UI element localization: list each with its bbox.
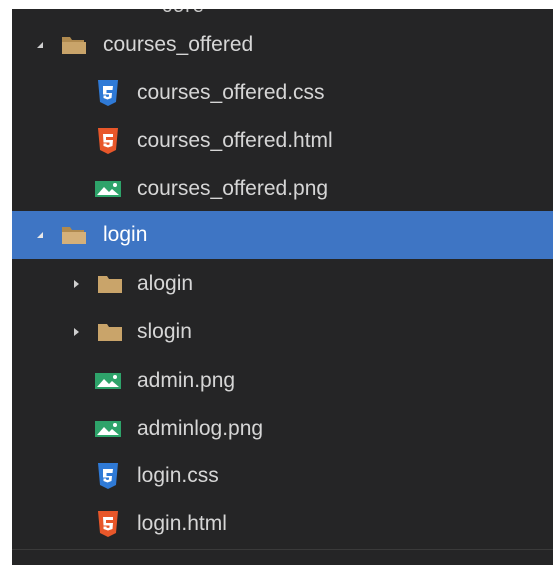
caret-expanded-icon[interactable] xyxy=(34,39,46,51)
tree-row-label: courses_offered xyxy=(103,33,254,56)
tree-row-courses-offered-png[interactable]: courses_offered.png xyxy=(12,165,553,213)
tree-row-label: adminlog.png xyxy=(137,417,264,440)
html-file-icon xyxy=(92,510,124,538)
tree-row-label: login.html xyxy=(137,512,227,535)
tree-row-label: login xyxy=(103,223,148,246)
tree-row-label: login.css xyxy=(137,464,219,487)
tree-row-label: alogin xyxy=(137,272,194,295)
tree-row-slogin[interactable]: slogin xyxy=(12,308,553,356)
image-file-icon xyxy=(92,415,124,443)
tree-row-login-css[interactable]: login.css xyxy=(12,452,553,500)
caret-collapsed-icon[interactable] xyxy=(70,326,82,338)
tree-row-login-html[interactable]: login.html xyxy=(12,500,553,548)
html-file-icon xyxy=(92,127,124,155)
folder-closed-icon xyxy=(94,270,126,298)
tree-row-label: courses_offered.html xyxy=(137,129,333,152)
image-file-icon xyxy=(92,175,124,203)
tree-row-courses-offered[interactable]: courses_offered xyxy=(12,21,553,69)
caret-collapsed-icon[interactable] xyxy=(70,278,82,290)
file-explorer-panel: core courses_offered courses_offered.css xyxy=(12,9,553,565)
tree-row-adminlog-png[interactable]: adminlog.png xyxy=(12,405,553,453)
folder-closed-icon xyxy=(94,318,126,346)
tree-row-label: courses_offered.png xyxy=(137,177,329,200)
tree-row-login[interactable]: login xyxy=(12,211,553,259)
tree-row-admin-png[interactable]: admin.png xyxy=(12,357,553,405)
tree-row-label: admin.png xyxy=(137,369,236,392)
css-file-icon xyxy=(92,462,124,490)
folder-open-icon xyxy=(58,31,90,59)
tree-row-courses-offered-css[interactable]: courses_offered.css xyxy=(12,69,553,117)
tree-row-label: slogin xyxy=(137,320,192,343)
caret-expanded-icon[interactable] xyxy=(34,229,46,241)
clipped-folder-label: core xyxy=(162,9,205,17)
folder-open-icon xyxy=(58,221,90,249)
image-file-icon xyxy=(92,367,124,395)
tree-row-alogin[interactable]: alogin xyxy=(12,260,553,308)
css-file-icon xyxy=(92,79,124,107)
tree-row-label: courses_offered.css xyxy=(137,81,325,104)
panel-divider xyxy=(12,549,553,550)
tree-row-courses-offered-html[interactable]: courses_offered.html xyxy=(12,117,553,165)
